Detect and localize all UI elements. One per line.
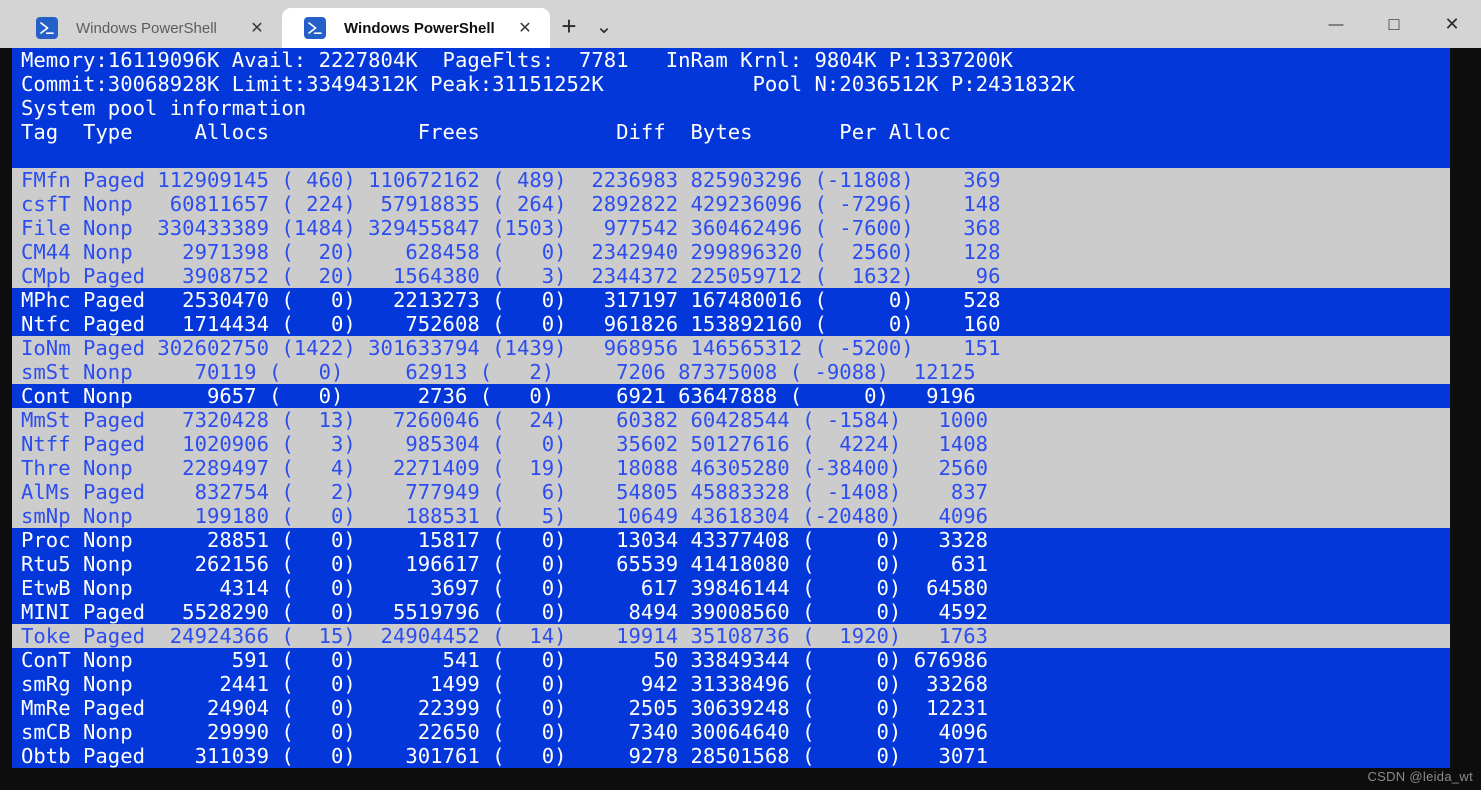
tab-close-icon[interactable]: ✕ <box>240 11 274 45</box>
terminal-row: Ntff Paged 1020906 ( 3) 985304 ( 0) 3560… <box>12 432 1450 456</box>
terminal-row: Proc Nonp 28851 ( 0) 15817 ( 0) 13034 43… <box>12 528 1450 552</box>
terminal-header-line: Tag Type Allocs Frees Diff Bytes Per All… <box>12 120 1450 144</box>
terminal-text-buffer[interactable]: Memory:16119096K Avail: 2227804K PageFlt… <box>12 48 1450 768</box>
terminal-row: smRg Nonp 2441 ( 0) 1499 ( 0) 942 313384… <box>12 672 1450 696</box>
terminal-row: EtwB Nonp 4314 ( 0) 3697 ( 0) 617 398461… <box>12 576 1450 600</box>
tab-windows-powershell-2[interactable]: Windows PowerShell ✕ <box>282 8 550 48</box>
tab-title: Windows PowerShell <box>76 19 217 37</box>
tab-actions: + ⌄ <box>550 6 620 48</box>
window-titlebar: Windows PowerShell ✕ Windows PowerShell … <box>0 0 1481 48</box>
terminal-row: Toke Paged 24924366 ( 15) 24904452 ( 14)… <box>12 624 1450 648</box>
terminal-header-line: System pool information <box>12 96 1450 120</box>
powershell-icon <box>304 17 326 39</box>
minimize-button[interactable]: — <box>1307 0 1365 48</box>
terminal-row: Cont Nonp 9657 ( 0) 2736 ( 0) 6921 63647… <box>12 384 1450 408</box>
terminal-header-line: Commit:30068928K Limit:33494312K Peak:31… <box>12 72 1450 96</box>
close-button[interactable]: ✕ <box>1423 0 1481 48</box>
terminal-row: smCB Nonp 29990 ( 0) 22650 ( 0) 7340 300… <box>12 720 1450 744</box>
terminal-surface[interactable]: Memory:16119096K Avail: 2227804K PageFlt… <box>0 48 1481 790</box>
terminal-header-line: Memory:16119096K Avail: 2227804K PageFlt… <box>12 48 1450 72</box>
tab-windows-powershell-1[interactable]: Windows PowerShell ✕ <box>14 8 282 48</box>
terminal-row: MmRe Paged 24904 ( 0) 22399 ( 0) 2505 30… <box>12 696 1450 720</box>
terminal-row: MmSt Paged 7320428 ( 13) 7260046 ( 24) 6… <box>12 408 1450 432</box>
terminal-row: MPhc Paged 2530470 ( 0) 2213273 ( 0) 317… <box>12 288 1450 312</box>
new-tab-icon[interactable]: + <box>550 9 588 43</box>
terminal-row: smSt Nonp 70119 ( 0) 62913 ( 2) 7206 873… <box>12 360 1450 384</box>
terminal-header-line <box>12 144 1450 168</box>
tab-title: Windows PowerShell <box>344 19 495 37</box>
chevron-down-icon[interactable]: ⌄ <box>588 9 620 43</box>
terminal-row: Ntfc Paged 1714434 ( 0) 752608 ( 0) 9618… <box>12 312 1450 336</box>
window-controls: — □ ✕ <box>1307 0 1481 48</box>
powershell-icon <box>36 17 58 39</box>
terminal-row: smNp Nonp 199180 ( 0) 188531 ( 5) 10649 … <box>12 504 1450 528</box>
terminal-row: CMpb Paged 3908752 ( 20) 1564380 ( 3) 23… <box>12 264 1450 288</box>
terminal-row: csfT Nonp 60811657 ( 224) 57918835 ( 264… <box>12 192 1450 216</box>
terminal-row: ConT Nonp 591 ( 0) 541 ( 0) 50 33849344 … <box>12 648 1450 672</box>
maximize-button[interactable]: □ <box>1365 0 1423 48</box>
terminal-row: Obtb Paged 311039 ( 0) 301761 ( 0) 9278 … <box>12 744 1450 768</box>
terminal-row: MINI Paged 5528290 ( 0) 5519796 ( 0) 849… <box>12 600 1450 624</box>
terminal-row: IoNm Paged 302602750 (1422) 301633794 (1… <box>12 336 1450 360</box>
terminal-row: Rtu5 Nonp 262156 ( 0) 196617 ( 0) 65539 … <box>12 552 1450 576</box>
terminal-row: Thre Nonp 2289497 ( 4) 2271409 ( 19) 180… <box>12 456 1450 480</box>
terminal-row: File Nonp 330433389 (1484) 329455847 (15… <box>12 216 1450 240</box>
terminal-row: FMfn Paged 112909145 ( 460) 110672162 ( … <box>12 168 1450 192</box>
terminal-row: AlMs Paged 832754 ( 2) 777949 ( 6) 54805… <box>12 480 1450 504</box>
tab-close-icon[interactable]: ✕ <box>508 11 542 45</box>
tab-strip: Windows PowerShell ✕ Windows PowerShell … <box>0 0 620 48</box>
terminal-row: CM44 Nonp 2971398 ( 20) 628458 ( 0) 2342… <box>12 240 1450 264</box>
watermark: CSDN @leida_wt <box>1367 769 1473 784</box>
